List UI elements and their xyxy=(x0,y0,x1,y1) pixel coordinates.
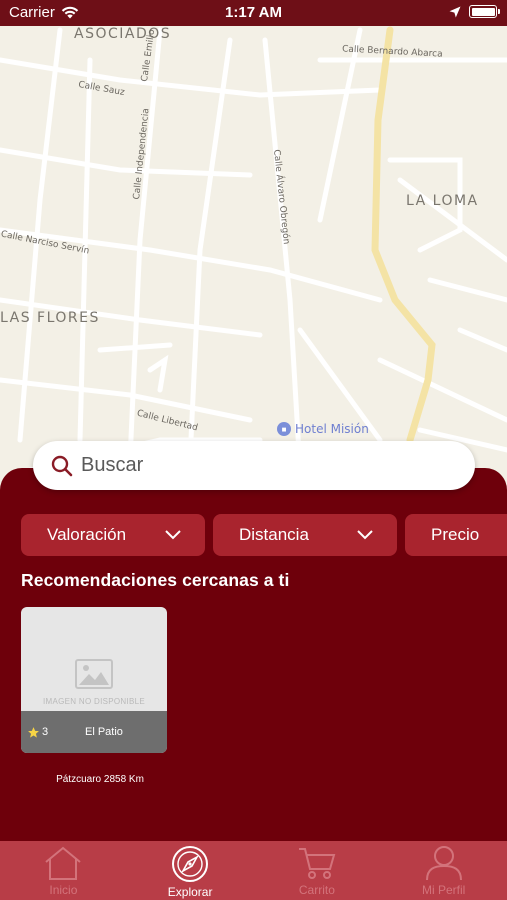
poi-label: Hotel Misión xyxy=(295,422,369,436)
filter-label: Precio xyxy=(431,525,480,544)
filter-distance-dropdown[interactable]: Distancia xyxy=(213,514,397,556)
map-area-label: LA LOMA xyxy=(406,193,479,209)
map-poi-hotel[interactable]: ■ Hotel Misión xyxy=(277,422,369,436)
status-bar: Carrier 1:17 AM xyxy=(0,0,507,26)
status-time: 1:17 AM xyxy=(225,4,282,21)
card-footer: 3 El Patio xyxy=(21,711,167,753)
tab-explore[interactable]: Explorar xyxy=(127,841,254,900)
card-image-placeholder: IMAGEN NO DISPONIBLE xyxy=(21,607,167,711)
filter-label: Distancia xyxy=(239,525,309,544)
battery-icon xyxy=(469,5,500,18)
tab-bar: Inicio Explorar Carrito Mi Perfil xyxy=(0,841,507,900)
filter-rating-dropdown[interactable]: Valoración xyxy=(21,514,205,556)
chevron-down-icon xyxy=(357,530,373,540)
hotel-bed-icon: ■ xyxy=(277,422,291,436)
card-location-distance: Pátzcuaro 2858 Km xyxy=(56,774,144,785)
tab-label: Mi Perfil xyxy=(421,883,466,897)
tab-label: Explorar xyxy=(167,885,213,899)
compass-icon xyxy=(172,846,209,882)
section-title: Recomendaciones cercanas a ti xyxy=(21,570,290,590)
map-area-label: LAS FLORES xyxy=(0,310,100,326)
map-view[interactable]: ASOCIADOS LA LOMA LAS FLORES Calle Berna… xyxy=(0,26,507,486)
star-icon xyxy=(28,726,39,738)
placeholder-text: IMAGEN NO DISPONIBLE xyxy=(42,697,146,706)
tab-label: Inicio xyxy=(49,883,78,897)
tab-home[interactable]: Inicio xyxy=(0,841,127,900)
filter-bar: Valoración Distancia Precio xyxy=(21,514,507,556)
card-rating: 3 xyxy=(27,726,85,739)
status-right xyxy=(449,5,500,18)
filter-price-dropdown[interactable]: Precio xyxy=(405,514,507,556)
home-icon xyxy=(45,846,82,880)
image-placeholder-icon xyxy=(75,659,113,689)
rating-value: 3 xyxy=(42,726,49,738)
tab-profile[interactable]: Mi Perfil xyxy=(380,841,507,900)
restaurant-name: El Patio xyxy=(85,726,123,738)
search-icon xyxy=(51,455,73,476)
tab-cart[interactable]: Carrito xyxy=(254,841,381,900)
search-bar[interactable] xyxy=(33,441,475,490)
filter-label: Valoración xyxy=(47,525,127,544)
cart-icon xyxy=(298,848,336,879)
restaurant-card[interactable]: IMAGEN NO DISPONIBLE 3 El Patio xyxy=(21,607,167,753)
map-roads xyxy=(0,26,507,473)
location-arrow-icon xyxy=(449,6,461,17)
user-icon xyxy=(425,846,462,881)
chevron-down-icon xyxy=(165,530,181,540)
search-input[interactable] xyxy=(81,454,441,477)
tab-label: Carrito xyxy=(298,883,335,897)
